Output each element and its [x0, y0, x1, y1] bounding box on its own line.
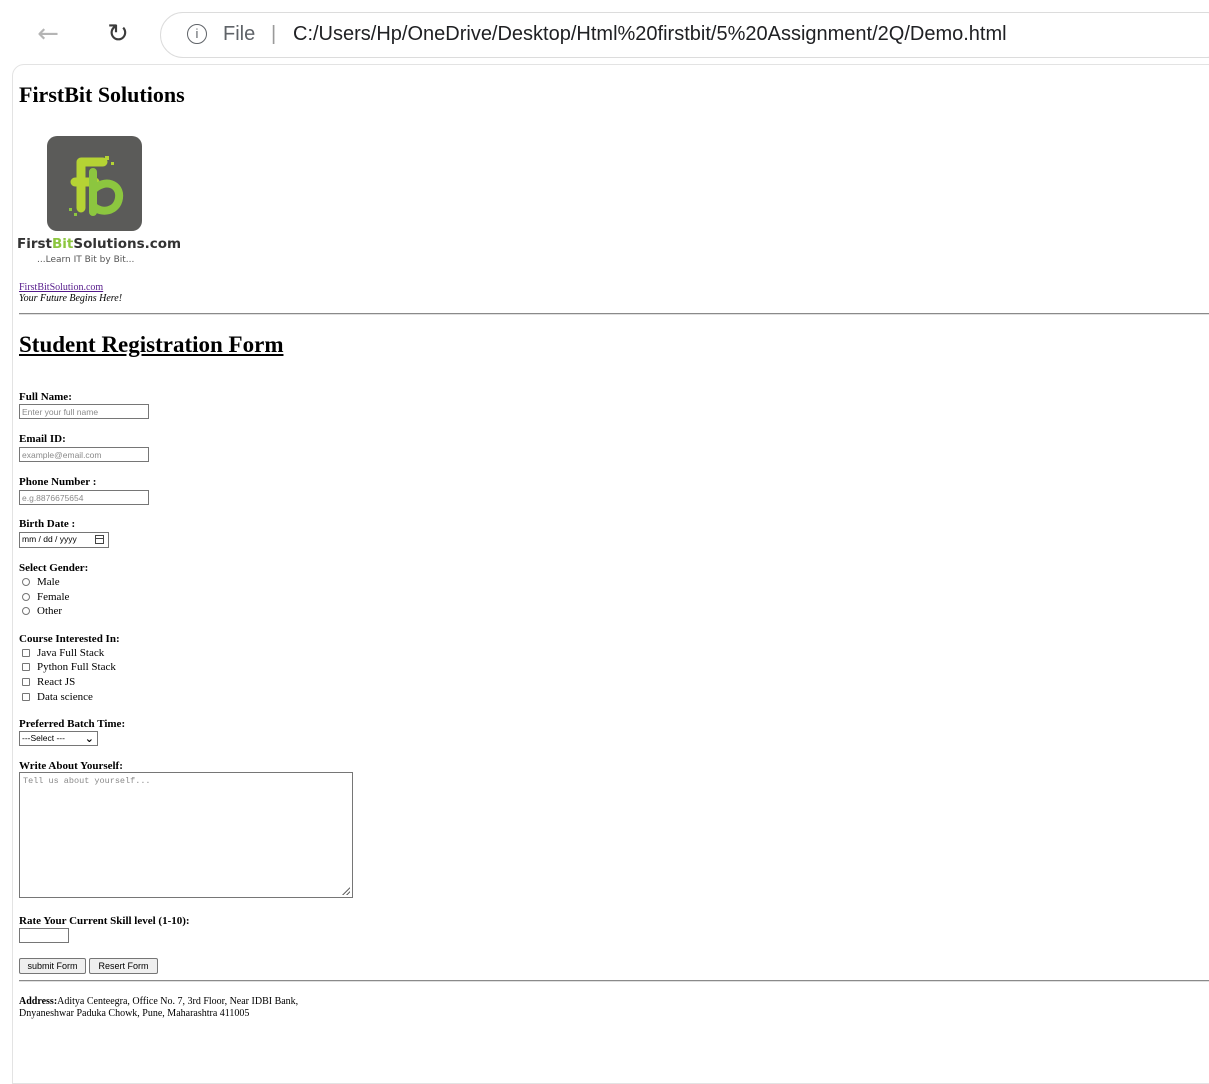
company-logo: FirstBitSolutions.com ...Learn IT Bit by…	[17, 136, 182, 271]
form-title: Student Registration Form	[19, 332, 284, 357]
course-option-label: React JS	[37, 676, 76, 688]
logo-tagline: ...Learn IT Bit by Bit...	[37, 255, 135, 265]
gender-option-male[interactable]: Male	[22, 575, 60, 589]
course-option-java[interactable]: Java Full Stack	[22, 646, 104, 660]
url-text[interactable]: C:/Users/Hp/OneDrive/Desktop/Html%20firs…	[293, 23, 1007, 46]
reset-button[interactable]: Resert Form	[89, 958, 158, 974]
address-bar[interactable]: i File | C:/Users/Hp/OneDrive/Desktop/Ht…	[160, 12, 1209, 58]
tagline: Your Future Begins Here!	[19, 293, 123, 304]
omnibox-separator: |	[271, 23, 277, 45]
birth-date-label: Birth Date :	[19, 518, 76, 530]
file-label: File	[223, 23, 256, 45]
skill-label: Rate Your Current Skill level (1-10):	[19, 915, 190, 927]
course-option-datascience[interactable]: Data science	[22, 690, 93, 704]
checkbox[interactable]	[22, 693, 30, 701]
email-input[interactable]	[19, 447, 149, 462]
course-option-python[interactable]: Python Full Stack	[22, 660, 116, 674]
divider-bottom	[19, 980, 1209, 982]
resize-grip-icon[interactable]	[342, 887, 350, 895]
checkbox[interactable]	[22, 663, 30, 671]
logo-mark	[47, 136, 142, 231]
radio-button[interactable]	[22, 593, 30, 601]
full-name-label: Full Name:	[19, 391, 72, 403]
phone-label: Phone Number :	[19, 476, 97, 488]
address-line-2: Dnyaneshwar Paduka Chowk, Pune, Maharash…	[19, 1008, 250, 1019]
about-label: Write About Yourself:	[19, 760, 123, 772]
chevron-down-icon: ⌄	[84, 732, 94, 745]
reload-icon[interactable]: ↻	[102, 18, 134, 50]
radio-button[interactable]	[22, 607, 30, 615]
course-option-label: Data science	[37, 691, 93, 703]
skill-input[interactable]	[19, 928, 69, 943]
phone-input[interactable]	[19, 490, 149, 505]
checkbox[interactable]	[22, 649, 30, 657]
address-line-1: Aditya Centeegra, Office No. 7, 3rd Floo…	[57, 996, 299, 1007]
course-option-label: Python Full Stack	[37, 661, 116, 673]
address-label: Address:	[19, 996, 58, 1007]
course-option-react[interactable]: React JS	[22, 675, 75, 689]
full-name-input[interactable]	[19, 404, 149, 419]
checkbox[interactable]	[22, 678, 30, 686]
logo-wordmark: FirstBitSolutions.com	[17, 236, 182, 252]
birth-date-value: mm / dd / yyyy	[22, 534, 77, 544]
address: Address:Aditya Centeegra, Office No. 7, …	[19, 996, 298, 1020]
info-icon[interactable]: i	[187, 24, 207, 44]
about-textarea[interactable]: Tell us about yourself...	[19, 772, 353, 898]
browser-toolbar: ← ↻ i File | C:/Users/Hp/OneDrive/Deskto…	[0, 0, 1209, 64]
course-label: Course Interested In:	[19, 633, 120, 645]
about-placeholder: Tell us about yourself...	[23, 776, 151, 786]
divider-top	[19, 313, 1209, 315]
batch-label: Preferred Batch Time:	[19, 718, 126, 730]
gender-option-label: Other	[37, 605, 63, 617]
gender-option-other[interactable]: Other	[22, 604, 62, 618]
batch-select[interactable]: ---Select --- ⌄	[19, 731, 98, 746]
calendar-icon[interactable]	[95, 535, 104, 544]
radio-button[interactable]	[22, 578, 30, 586]
batch-selected-value: ---Select ---	[22, 733, 65, 743]
page-viewport	[12, 64, 1209, 1084]
birth-date-input[interactable]: mm / dd / yyyy	[19, 532, 109, 548]
gender-option-label: Female	[37, 591, 70, 603]
site-title: FirstBit Solutions	[19, 82, 185, 107]
back-arrow-icon[interactable]: ←	[32, 18, 64, 50]
submit-button[interactable]: submit Form	[19, 958, 86, 974]
email-label: Email ID:	[19, 433, 66, 445]
gender-option-label: Male	[37, 576, 60, 588]
course-option-label: Java Full Stack	[37, 647, 105, 659]
gender-label: Select Gender:	[19, 562, 89, 574]
site-link[interactable]: FirstBitSolution.com	[19, 282, 103, 293]
gender-option-female[interactable]: Female	[22, 590, 69, 604]
